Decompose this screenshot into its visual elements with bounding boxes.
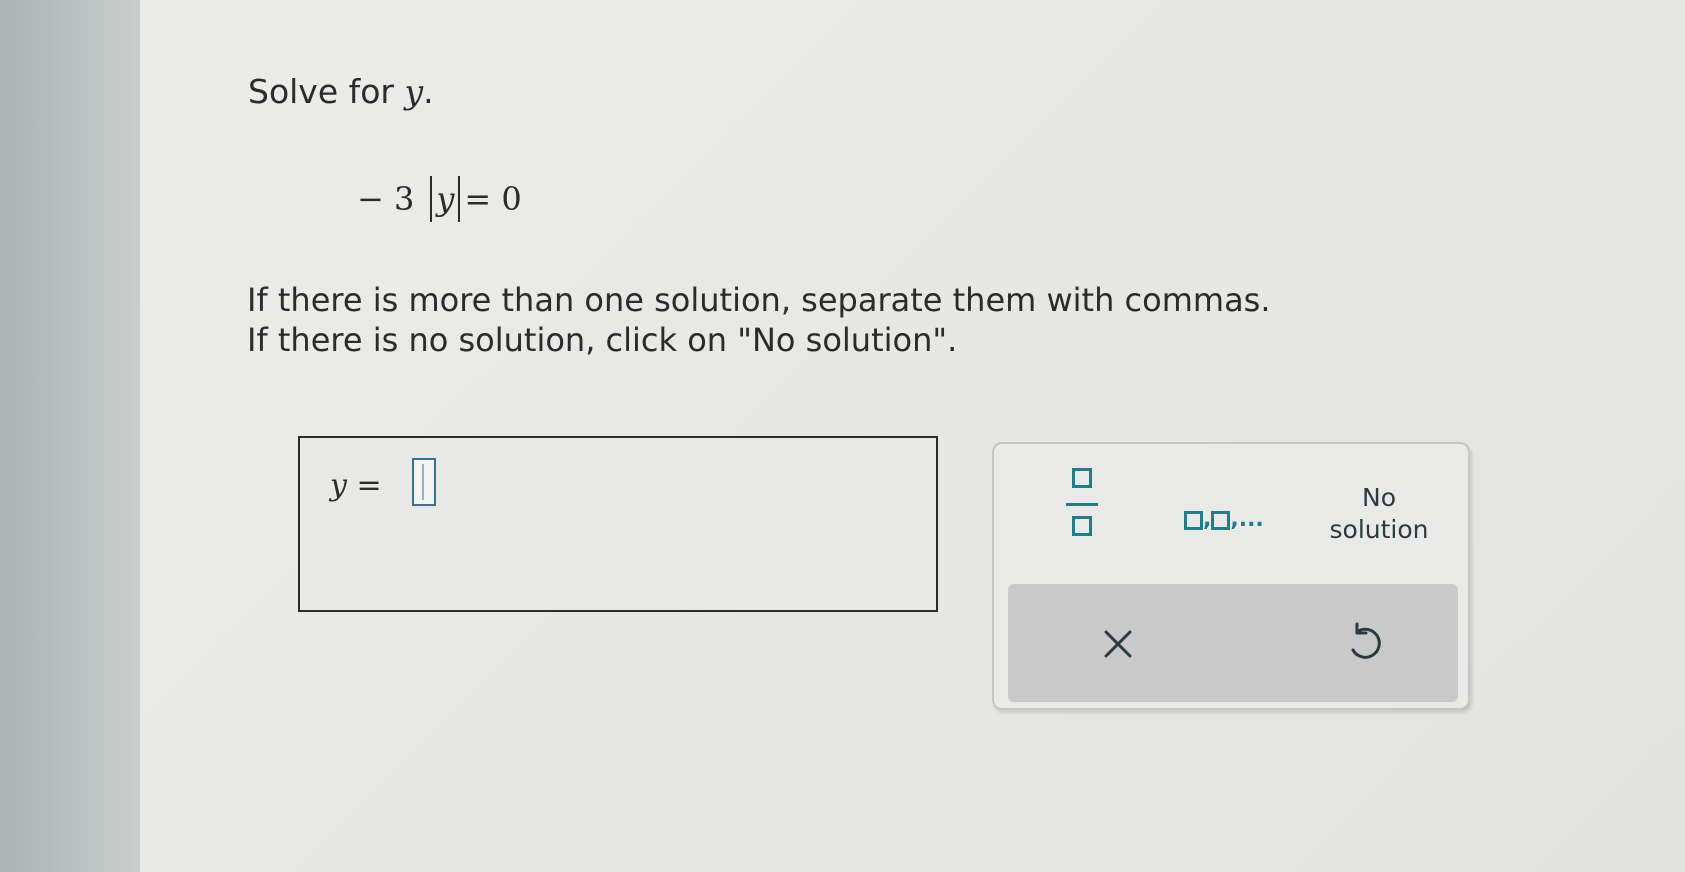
list-button[interactable]: ,,...: [1184, 494, 1294, 531]
absolute-value-bar-left: [430, 176, 433, 222]
answer-variable-label: y =: [330, 468, 382, 503]
answer-input[interactable]: [412, 458, 436, 506]
text-cursor: [422, 464, 424, 500]
instruction-line-1: If there is more than one solution, sepa…: [247, 281, 1271, 319]
instruction-line-2: If there is no solution, click on "No so…: [247, 321, 958, 359]
clear-button[interactable]: [1088, 614, 1148, 674]
fraction-button[interactable]: [1060, 468, 1108, 548]
keypad-action-bar: [1008, 584, 1458, 702]
math-keypad: ,,... No solution: [992, 442, 1470, 710]
equation-coefficient: − 3: [357, 180, 415, 218]
equation-rhs: = 0: [464, 180, 522, 218]
undo-button[interactable]: [1333, 614, 1393, 674]
no-solution-label-line-1: No: [1362, 483, 1396, 512]
left-margin-strip: [0, 0, 140, 872]
prompt-text: Solve for: [248, 72, 405, 111]
instructions: If there is more than one solution, sepa…: [247, 280, 1271, 360]
problem-prompt: Solve for y.: [248, 72, 434, 111]
no-solution-label-line-2: solution: [1329, 515, 1429, 544]
undo-icon: [1351, 622, 1381, 659]
absolute-value-bar-right: [458, 176, 461, 222]
answer-area[interactable]: y =: [298, 436, 938, 612]
no-solution-button[interactable]: No solution: [1314, 482, 1444, 544]
close-x-icon: [1104, 630, 1132, 658]
prompt-variable: y: [404, 72, 424, 111]
prompt-period: .: [423, 72, 434, 111]
equation-variable: y: [436, 180, 455, 218]
list-icon: ,,...: [1184, 509, 1264, 531]
equation: − 3 y = 0: [357, 176, 522, 222]
